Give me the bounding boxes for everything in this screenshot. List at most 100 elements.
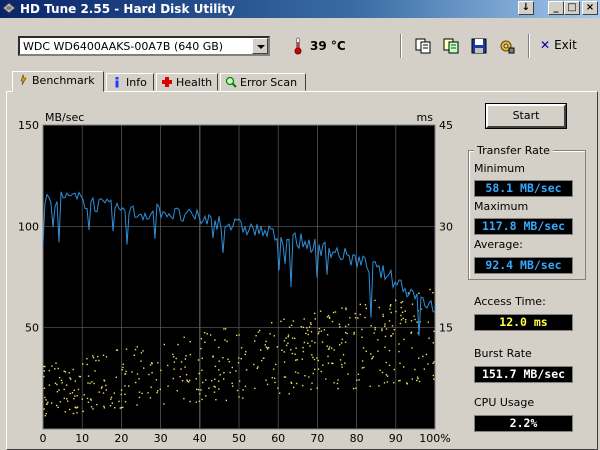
access-time-point (418, 380, 421, 383)
tab-benchmark[interactable]: Benchmark (12, 71, 104, 92)
access-time-point (242, 389, 244, 391)
access-time-point (306, 327, 308, 329)
access-time-point (401, 311, 404, 313)
access-time-point (353, 387, 355, 390)
access-time-point (175, 357, 177, 360)
access-time-point (345, 308, 347, 311)
access-time-point (87, 401, 90, 403)
access-time-point (141, 392, 143, 395)
burst-rate-label: Burst Rate (474, 347, 532, 360)
access-time-point (390, 304, 392, 306)
access-time-point (55, 362, 57, 364)
access-time-point (389, 305, 392, 307)
access-time-point (381, 329, 383, 332)
access-time-point (382, 315, 384, 318)
access-time-point (44, 365, 46, 368)
access-time-point (157, 390, 159, 392)
access-time-point (271, 322, 273, 324)
access-time-point (142, 350, 144, 352)
access-time-point (211, 380, 213, 382)
access-time-point (213, 385, 215, 388)
access-time-point (151, 372, 153, 374)
access-time-point (290, 349, 292, 351)
x-axis-tick-label: 20 (114, 432, 128, 445)
access-time-point (58, 389, 60, 391)
access-time-point (341, 307, 343, 309)
access-time-point (385, 361, 387, 364)
access-time-point (322, 364, 324, 366)
access-time-point (102, 392, 105, 394)
access-time-point (223, 378, 225, 380)
access-time-point (56, 391, 59, 393)
access-time-point (179, 376, 181, 378)
access-time-point (427, 363, 429, 365)
access-time-point (379, 369, 381, 371)
access-time-point (311, 354, 313, 356)
access-time-point (151, 362, 153, 365)
access-time-point (43, 408, 45, 410)
access-time-point (92, 408, 94, 410)
access-time-point (320, 330, 323, 332)
access-time-point (223, 328, 225, 330)
access-time-point (273, 335, 275, 337)
access-time-point (184, 366, 186, 368)
access-time-point (388, 320, 391, 322)
access-time-point (95, 359, 97, 362)
access-time-point (65, 384, 68, 386)
access-time-point (332, 362, 334, 365)
access-time-point (377, 350, 379, 352)
access-time-point (336, 382, 339, 385)
access-time-point (236, 334, 238, 337)
access-time-point (244, 385, 247, 388)
access-time-point (103, 405, 105, 407)
access-time-point (63, 388, 65, 391)
access-time-point (204, 341, 206, 343)
access-time-point (308, 326, 311, 328)
left-axis-tick-label: 150 (18, 119, 39, 132)
access-time-point (311, 382, 313, 384)
access-time-point (295, 347, 297, 349)
access-time-point (119, 407, 121, 409)
access-time-point (257, 331, 260, 333)
access-time-point (259, 329, 261, 332)
access-time-point (325, 378, 327, 380)
access-time-point (181, 380, 184, 382)
access-time-point (294, 353, 296, 355)
access-time-point (63, 370, 65, 372)
access-time-point (124, 385, 126, 387)
access-time-point (285, 337, 287, 339)
access-time-point (334, 311, 337, 313)
access-time-point (97, 355, 99, 358)
access-time-point (361, 328, 363, 331)
access-time-point (122, 363, 124, 365)
access-time-point (68, 372, 70, 374)
access-time-point (57, 367, 59, 370)
access-time-point (187, 381, 190, 383)
access-time-point (110, 396, 113, 399)
access-time-point (101, 386, 103, 388)
access-time-point (218, 360, 220, 362)
access-time-point (110, 398, 112, 400)
start-button[interactable]: Start (485, 103, 567, 129)
access-time-point (173, 361, 176, 363)
access-time-point (255, 335, 257, 337)
access-time-point (417, 378, 419, 380)
access-time-point (318, 331, 320, 333)
access-time-point (92, 355, 94, 357)
access-time-point (124, 393, 126, 395)
access-time-point (245, 350, 247, 353)
access-time-point (228, 361, 230, 363)
access-time-point (287, 336, 289, 338)
access-time-point (213, 391, 216, 393)
access-time-point (283, 351, 286, 353)
access-time-point (429, 288, 431, 291)
access-time-point (156, 391, 158, 394)
access-time-point (320, 370, 322, 373)
access-time-value: 12.0 ms (474, 314, 573, 331)
access-time-point (416, 379, 418, 382)
access-time-point (403, 338, 405, 341)
access-time-point (72, 368, 74, 371)
access-time-point (401, 301, 404, 303)
access-time-point (185, 374, 188, 376)
access-time-point (432, 292, 434, 294)
